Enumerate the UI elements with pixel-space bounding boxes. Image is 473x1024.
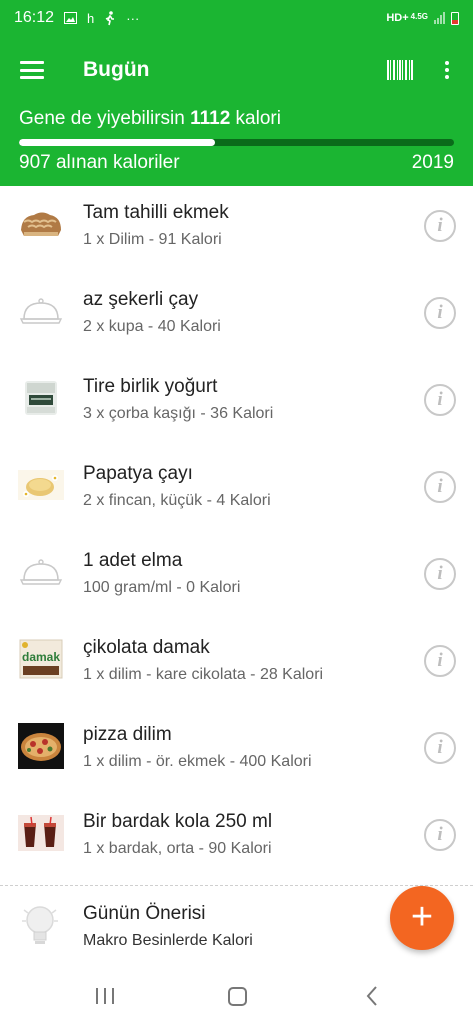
more-notifications-icon: ··· [126,10,140,26]
food-item[interactable]: Tire birlik yoğurt 3 x çorba kaşığı - 36… [0,360,473,447]
back-icon[interactable] [362,984,382,1008]
food-name: çikolata damak [83,637,210,658]
plus-icon: + [410,895,434,938]
status-left: 16:12 h ··· [14,9,139,27]
info-icon[interactable]: i [424,384,456,416]
overflow-menu-icon[interactable] [435,61,459,79]
chamomile-tea-thumbnail [18,467,64,503]
food-detail: 2 x kupa - 40 Kalori [83,318,221,335]
home-icon[interactable] [228,987,247,1006]
food-name: Papatya çayı [83,463,193,484]
page-title: Bugün [83,58,150,81]
remaining-suffix: kalori [235,108,281,129]
food-text: çikolata damak 1 x dilim - kare cikolata… [83,637,323,684]
dish-placeholder-icon [18,554,64,590]
food-name: 1 adet elma [83,550,183,571]
food-detail: 3 x çorba kaşığı - 36 Kalori [83,405,274,422]
info-icon[interactable]: i [424,297,456,329]
chocolate-thumbnail: damak [18,639,64,679]
calorie-progress-fill [19,139,215,146]
remaining-prefix: Gene de yiyebilirsin [19,108,185,129]
food-name: Bir bardak kola 250 ml [83,811,273,832]
food-detail: 1 x Dilim - 91 Kalori [83,231,222,248]
food-text: az şekerli çay 2 x kupa - 40 Kalori [83,289,221,336]
food-item[interactable]: Tam tahilli ekmek 1 x Dilim - 91 Kalori … [0,186,473,273]
signal-icon [434,12,445,24]
add-food-button[interactable]: + [390,886,454,950]
calorie-goal: 2019 [411,152,454,173]
info-icon[interactable]: i [424,819,456,851]
status-bar: 16:12 h ··· HD+ 4.5G [0,0,473,36]
food-detail: 2 x fincan, küçük - 4 Kalori [83,492,271,509]
lightbulb-icon [22,904,58,950]
calorie-summary: Gene de yiyebilirsin 1112 kalori 907 alı… [0,104,473,186]
barcode-scan-icon[interactable] [387,60,413,80]
food-item[interactable]: 1 adet elma 100 gram/ml - 0 Kalori i [0,534,473,621]
food-detail: 1 x dilim - kare cikolata - 28 Kalori [83,666,324,683]
system-nav-bar [0,970,473,1024]
svg-text:damak: damak [22,650,60,664]
menu-icon[interactable] [20,61,44,79]
food-item[interactable]: az şekerli çay 2 x kupa - 40 Kalori i [0,273,473,360]
pizza-thumbnail [18,723,64,769]
food-detail: 100 gram/ml - 0 Kalori [83,579,241,596]
food-name: Tam tahilli ekmek [83,202,229,223]
battery-icon [451,11,459,25]
remaining-value: 1112 [190,108,231,129]
food-detail: 1 x dilim - ör. ekmek - 400 Kalori [83,753,312,770]
status-right: HD+ 4.5G [386,11,459,25]
food-text: Tam tahilli ekmek 1 x Dilim - 91 Kalori [83,202,229,249]
info-icon[interactable]: i [424,645,456,677]
tip-title: Günün Önerisi [83,903,206,924]
bread-thumbnail [18,206,64,242]
image-icon [64,12,78,24]
remaining-calories: Gene de yiyebilirsin 1112 kalori [19,108,281,130]
info-icon[interactable]: i [424,471,456,503]
cola-thumbnail [18,815,64,851]
network-sup: 4.5G [410,11,428,21]
walking-icon [104,10,116,26]
info-icon[interactable]: i [424,732,456,764]
food-text: pizza dilim 1 x dilim - ör. ekmek - 400 … [83,724,312,771]
food-text: Papatya çayı 2 x fincan, küçük - 4 Kalor… [83,463,271,510]
eaten-calories: 907 alınan kaloriler [19,152,180,173]
tip-subtitle: Makro Besinlerde Kalori [83,932,253,949]
food-name: az şekerli çay [83,289,199,310]
food-item[interactable]: pizza dilim 1 x dilim - ör. ekmek - 400 … [0,708,473,795]
food-item[interactable]: Papatya çayı 2 x fincan, küçük - 4 Kalor… [0,447,473,534]
food-list: Tam tahilli ekmek 1 x Dilim - 91 Kalori … [0,186,473,882]
food-text: 1 adet elma 100 gram/ml - 0 Kalori [83,550,240,597]
app-bar: Bugün [0,36,473,104]
food-text: Tire birlik yoğurt 3 x çorba kaşığı - 36… [83,376,273,423]
info-icon[interactable]: i [424,210,456,242]
calorie-progress-bar [19,139,454,146]
food-detail: 1 x bardak, orta - 90 Kalori [83,840,272,857]
app-screen: 16:12 h ··· HD+ 4.5G Bugün Gene de yiyeb… [0,0,473,1024]
info-icon[interactable]: i [424,558,456,590]
food-text: Bir bardak kola 250 ml 1 x bardak, orta … [83,811,272,858]
yogurt-thumbnail [18,380,64,416]
recents-icon[interactable] [96,988,114,1004]
dish-placeholder-icon [18,293,64,329]
food-item[interactable]: damak çikolata damak 1 x dilim - kare ci… [0,621,473,708]
food-name: pizza dilim [83,724,172,745]
network-type: HD+ [386,12,409,24]
food-item[interactable]: Bir bardak kola 250 ml 1 x bardak, orta … [0,795,473,882]
status-time: 16:12 [14,9,55,26]
carrier-letter: h [87,10,95,26]
food-name: Tire birlik yoğurt [83,376,218,397]
